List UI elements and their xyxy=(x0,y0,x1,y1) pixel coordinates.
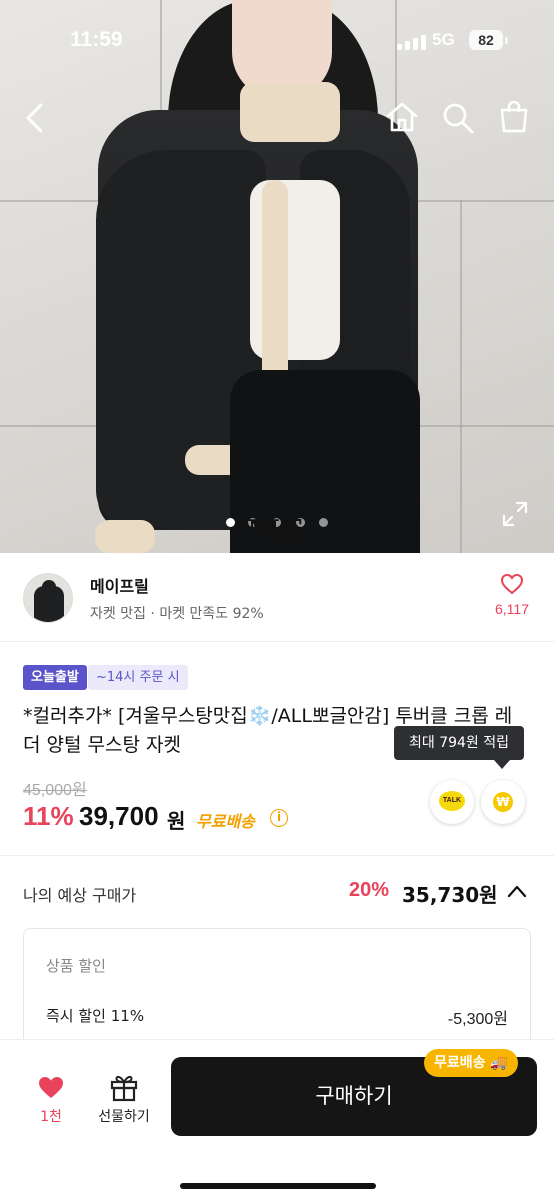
store-like-count: 6,117 xyxy=(495,601,529,617)
battery-tip xyxy=(505,37,508,44)
points-button[interactable]: ₩ xyxy=(481,780,525,824)
gift-label[interactable]: 선물하기 xyxy=(88,1106,160,1126)
search-icon[interactable] xyxy=(441,101,475,135)
back-arrow-icon[interactable] xyxy=(22,102,46,134)
status-bar: 11:59 5G 82 xyxy=(0,28,554,58)
store-avatar[interactable] xyxy=(23,573,73,623)
expected-price: 35,730원 xyxy=(402,883,498,907)
order-cutoff-badge: ~14시 주문 시 xyxy=(88,665,188,690)
free-shipping-label: 무료배송 xyxy=(196,812,255,831)
free-shipping-tag: 무료배송 🚚 xyxy=(424,1049,518,1077)
original-price: 45,000원 xyxy=(23,782,87,799)
expected-discount-percent: 20% xyxy=(349,879,390,901)
heart-filled-icon[interactable] xyxy=(37,1075,65,1100)
like-count-label[interactable]: 1천 xyxy=(26,1106,76,1126)
home-icon[interactable] xyxy=(385,101,419,133)
pagination-dot[interactable] xyxy=(226,518,235,527)
instant-discount-label: 즉시 할인 11% xyxy=(46,1007,145,1025)
brand-watermark: ME xyxy=(247,514,304,549)
shopping-bag-icon[interactable] xyxy=(498,100,530,134)
expand-icon[interactable] xyxy=(502,501,528,527)
chevron-up-icon[interactable] xyxy=(507,884,527,898)
battery-icon: 82 xyxy=(469,30,503,50)
discount-section-title: 상품 할인 xyxy=(46,957,106,975)
bottom-action-bar: 1천 선물하기 구매하기 무료배송 🚚 xyxy=(0,1039,554,1200)
coin-icon: ₩ xyxy=(493,792,513,812)
store-row[interactable]: 메이프릴 자켓 맛집 · 마켓 만족도 92% 6,117 xyxy=(0,553,554,642)
network-type: 5G xyxy=(432,30,455,49)
fur-collar xyxy=(240,82,340,142)
sale-price: 39,700 xyxy=(79,801,159,831)
talk-icon: TALK xyxy=(439,791,465,811)
tooltip-arrow xyxy=(494,760,510,769)
points-tooltip: 최대 794원 적립 xyxy=(394,726,524,760)
gift-icon[interactable] xyxy=(109,1072,139,1102)
heart-outline-icon[interactable] xyxy=(500,573,524,595)
product-image[interactable]: 11:59 5G 82 ME xyxy=(0,0,554,553)
today-shipping-badge: 오늘출발 xyxy=(23,665,87,690)
instant-discount-value: -5,300원 xyxy=(447,1011,508,1028)
store-name[interactable]: 메이프릴 xyxy=(90,573,149,597)
home-indicator[interactable] xyxy=(180,1183,376,1189)
kakao-talk-button[interactable]: TALK xyxy=(430,780,474,824)
pagination-dot[interactable] xyxy=(319,518,328,527)
info-icon[interactable]: i xyxy=(270,809,288,827)
expected-price-label: 나의 예상 구매가 xyxy=(23,886,137,905)
fur-cuff xyxy=(95,520,155,553)
price-unit: 원 xyxy=(167,809,186,833)
signal-icon xyxy=(397,34,427,50)
section-divider xyxy=(0,855,554,856)
wall-joint xyxy=(460,200,462,553)
store-subtitle: 자켓 맛집 · 마켓 만족도 92% xyxy=(90,606,264,622)
status-time: 11:59 xyxy=(70,28,123,51)
discount-percent: 11% xyxy=(23,801,74,831)
